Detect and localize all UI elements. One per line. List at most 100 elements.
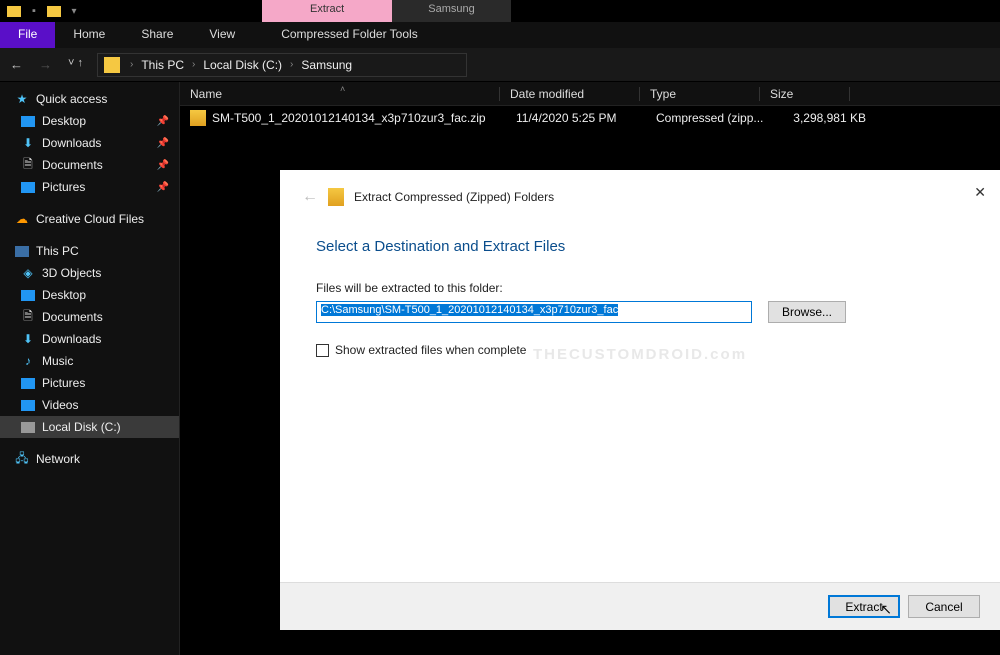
navigation-bar: ← → ˅ ↑ › This PC › Local Disk (C:) › Sa…	[0, 48, 1000, 82]
file-row[interactable]: SM-T500_1_20201012140134_x3p710zur3_fac.…	[180, 106, 1000, 130]
breadcrumb[interactable]: › This PC › Local Disk (C:) › Samsung	[97, 53, 467, 77]
navigation-sidebar: ★ Quick access Desktop 📌 ⬇ Downloads 📌 🗎…	[0, 82, 180, 655]
cancel-button[interactable]: Cancel	[908, 595, 980, 618]
chevron-right-icon[interactable]: ›	[286, 59, 297, 70]
monitor-icon	[14, 243, 30, 259]
sidebar-item-label: Downloads	[42, 332, 101, 346]
show-files-label: Show extracted files when complete	[335, 343, 526, 357]
zip-file-icon	[190, 110, 206, 126]
sidebar-item-label: Desktop	[42, 114, 86, 128]
cube-icon: ◈	[20, 265, 36, 281]
document-icon: 🗎	[20, 309, 36, 325]
sidebar-item-quick-access[interactable]: ★ Quick access	[0, 88, 179, 110]
sidebar-item-label: Desktop	[42, 288, 86, 302]
sidebar-item-label: Network	[36, 452, 80, 466]
breadcrumb-samsung[interactable]: Samsung	[297, 58, 356, 72]
folder-icon-2	[46, 3, 62, 19]
desktop-icon	[20, 287, 36, 303]
extract-button[interactable]: Extract	[828, 595, 900, 618]
close-icon[interactable]: ✕	[974, 184, 986, 201]
sidebar-item-label: Downloads	[42, 136, 101, 150]
show-files-checkbox[interactable]	[316, 344, 329, 357]
sidebar-item-pictures-2[interactable]: Pictures	[0, 372, 179, 394]
file-type: Compressed (zipp...	[656, 111, 776, 125]
chevron-right-icon[interactable]: ›	[126, 59, 137, 70]
download-icon: ⬇	[20, 135, 36, 151]
sidebar-item-videos[interactable]: Videos	[0, 394, 179, 416]
ribbon-extract-tools[interactable]: Compressed Folder Tools	[253, 22, 446, 48]
sidebar-item-label: This PC	[36, 244, 79, 258]
sidebar-item-label: Music	[42, 354, 73, 368]
sidebar-item-label: Local Disk (C:)	[42, 420, 121, 434]
document-icon: 🗎	[20, 157, 36, 173]
sidebar-item-downloads-2[interactable]: ⬇ Downloads	[0, 328, 179, 350]
column-headers: Name Date modified Type Size	[180, 82, 1000, 106]
pin-icon: 📌	[157, 116, 169, 127]
sidebar-item-label: Documents	[42, 158, 103, 172]
tab-samsung-title: Samsung	[392, 0, 510, 22]
column-type[interactable]: Type	[640, 87, 760, 101]
sidebar-item-music[interactable]: ♪ Music	[0, 350, 179, 372]
destination-path-input[interactable]: C:\Samsung\SM-T500_1_20201012140134_x3p7…	[316, 301, 752, 323]
sidebar-item-label: 3D Objects	[42, 266, 101, 280]
sidebar-item-desktop[interactable]: Desktop 📌	[0, 110, 179, 132]
sidebar-item-label: Videos	[42, 398, 78, 412]
sidebar-item-label: Documents	[42, 310, 103, 324]
back-arrow-icon[interactable]: ←	[10, 57, 23, 72]
sidebar-item-documents[interactable]: 🗎 Documents 📌	[0, 154, 179, 176]
ribbon-file[interactable]: File	[0, 22, 55, 48]
sidebar-item-this-pc[interactable]: This PC	[0, 240, 179, 262]
sidebar-item-label: Pictures	[42, 376, 85, 390]
breadcrumb-local-disk[interactable]: Local Disk (C:)	[199, 58, 286, 72]
star-icon: ★	[14, 91, 30, 107]
file-name: SM-T500_1_20201012140134_x3p710zur3_fac.…	[212, 111, 516, 125]
sidebar-item-local-disk[interactable]: Local Disk (C:)	[0, 416, 179, 438]
save-icon[interactable]: ▪	[26, 3, 42, 19]
chevron-right-icon[interactable]: ›	[188, 59, 199, 70]
desktop-icon	[20, 113, 36, 129]
zip-icon	[328, 188, 344, 206]
folder-icon	[104, 57, 120, 73]
music-icon: ♪	[20, 353, 36, 369]
network-icon: 🖧	[14, 451, 30, 467]
dialog-header: Extract Compressed (Zipped) Folders	[354, 190, 554, 204]
extract-dialog: ✕ ← Extract Compressed (Zipped) Folders …	[280, 170, 1000, 630]
sidebar-item-desktop-2[interactable]: Desktop	[0, 284, 179, 306]
cloud-icon: ☁	[14, 211, 30, 227]
back-arrow-icon[interactable]: ←	[302, 188, 318, 206]
pin-icon: 📌	[157, 182, 169, 193]
up-arrow-icon[interactable]: ˅ ↑	[68, 57, 83, 72]
ribbon-menu: File Home Share View Compressed Folder T…	[0, 22, 1000, 48]
sidebar-item-creative-cloud[interactable]: ☁ Creative Cloud Files	[0, 208, 179, 230]
overflow-icon[interactable]: ▾	[66, 3, 82, 19]
disk-icon	[20, 419, 36, 435]
sidebar-item-label: Quick access	[36, 92, 107, 106]
ribbon-view[interactable]: View	[191, 22, 253, 48]
picture-icon	[20, 375, 36, 391]
sidebar-item-pictures[interactable]: Pictures 📌	[0, 176, 179, 198]
tab-extract[interactable]: Extract	[262, 0, 392, 22]
column-size[interactable]: Size	[760, 87, 850, 101]
file-size: 3,298,981 KB	[776, 111, 866, 125]
breadcrumb-this-pc[interactable]: This PC	[137, 58, 188, 72]
sidebar-item-downloads[interactable]: ⬇ Downloads 📌	[0, 132, 179, 154]
dialog-footer: Extract Cancel ↖	[280, 582, 1000, 630]
folder-icon	[6, 3, 22, 19]
ribbon-home[interactable]: Home	[55, 22, 123, 48]
picture-icon	[20, 179, 36, 195]
sidebar-item-documents-2[interactable]: 🗎 Documents	[0, 306, 179, 328]
pin-icon: 📌	[157, 160, 169, 171]
sidebar-item-3d-objects[interactable]: ◈ 3D Objects	[0, 262, 179, 284]
column-date[interactable]: Date modified	[500, 87, 640, 101]
pin-icon: 📌	[157, 138, 169, 149]
ribbon-share[interactable]: Share	[123, 22, 191, 48]
download-icon: ⬇	[20, 331, 36, 347]
video-icon	[20, 397, 36, 413]
sidebar-item-label: Creative Cloud Files	[36, 212, 144, 226]
sidebar-item-network[interactable]: 🖧 Network	[0, 448, 179, 470]
forward-arrow-icon[interactable]: →	[39, 57, 52, 72]
folder-path-label: Files will be extracted to this folder:	[316, 281, 964, 295]
dialog-title: Select a Destination and Extract Files	[316, 238, 964, 255]
title-bar: ▪ ▾ Extract Samsung	[0, 0, 1000, 22]
browse-button[interactable]: Browse...	[768, 301, 846, 323]
